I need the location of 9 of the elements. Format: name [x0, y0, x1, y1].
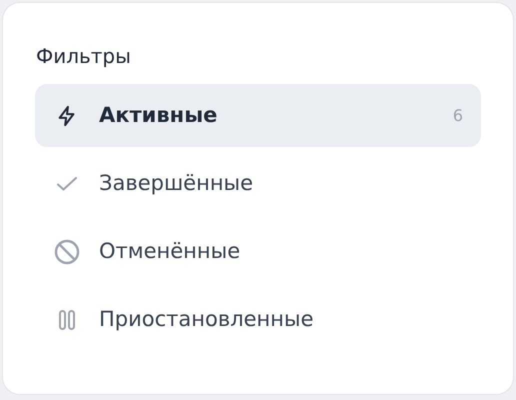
count-label: 6: [452, 104, 463, 126]
filter-item[interactable]: Отменённые: [35, 220, 481, 283]
checkmark-icon: [56, 176, 78, 192]
filter-item[interactable]: Активные 6: [35, 84, 481, 147]
pause-icon: [57, 308, 77, 330]
filter-item[interactable]: Приостановленные: [35, 288, 481, 351]
panel-title: Фильтры: [36, 43, 132, 70]
prohibited-icon: [54, 238, 80, 264]
filter-item[interactable]: Завершённые: [35, 152, 481, 215]
